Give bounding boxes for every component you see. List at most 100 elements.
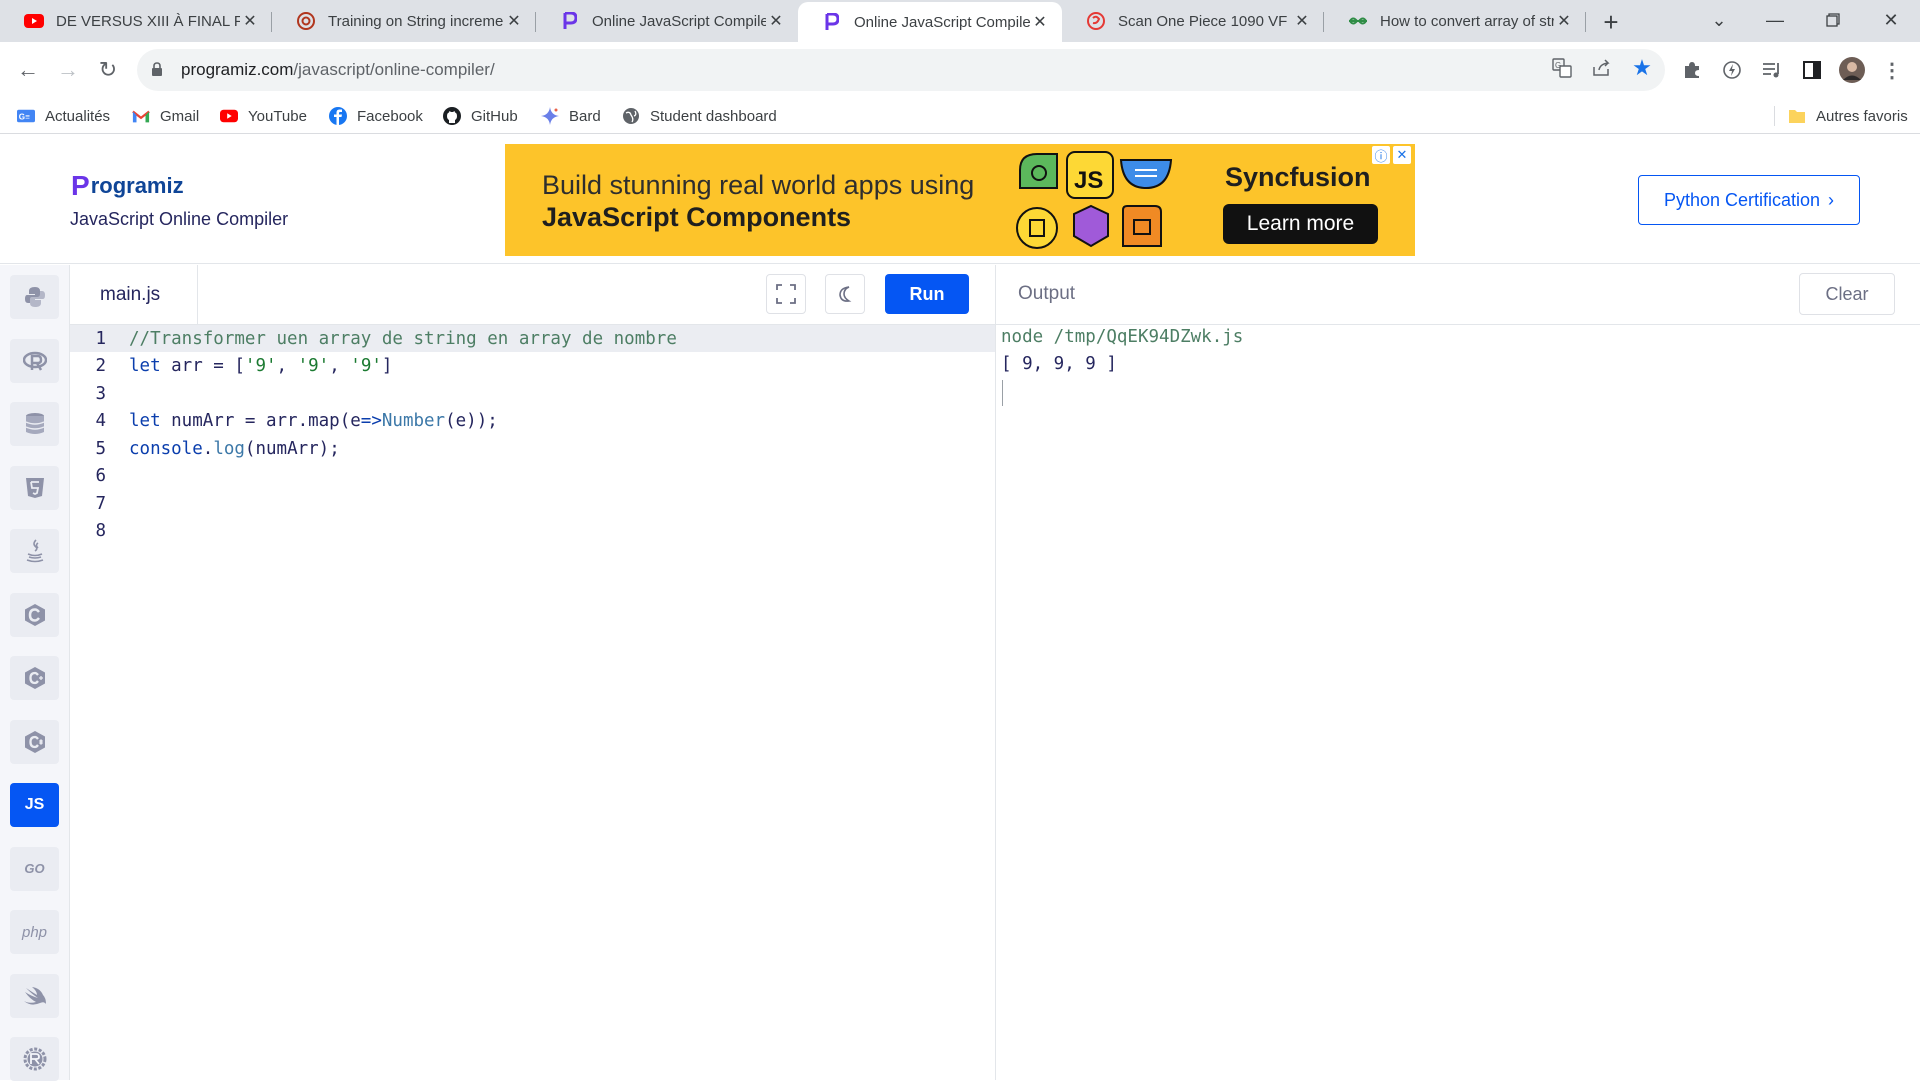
tab-separator: [1585, 12, 1586, 32]
site-header: Programiz JavaScript Online Compiler Bui…: [0, 135, 1920, 264]
bookmark-item[interactable]: G≡ Actualités: [17, 104, 110, 128]
close-tab-icon[interactable]: ✕: [240, 11, 260, 31]
bookmark-label: Bard: [569, 107, 601, 125]
close-tab-icon[interactable]: ✕: [766, 11, 786, 31]
codewars-icon: [296, 11, 316, 31]
html-lang-icon[interactable]: [10, 465, 59, 510]
sql-lang-icon[interactable]: [10, 402, 59, 446]
browser-tab-active[interactable]: Online JavaScript Compiler ✕: [798, 2, 1062, 42]
code-line[interactable]: 4 let numArr = arr.map(e=>Number(e));: [70, 408, 995, 435]
code-line[interactable]: 2 let arr = ['9', '9', '9']: [70, 353, 995, 380]
bookmark-item[interactable]: Student dashboard: [622, 104, 777, 128]
code-line[interactable]: 1 //Transformer uen array de string en ar…: [70, 325, 995, 352]
restore-button[interactable]: [1806, 0, 1860, 40]
other-bookmarks[interactable]: Autres favoris: [1788, 104, 1908, 128]
minimize-button[interactable]: —: [1748, 0, 1802, 40]
javascript-lang-icon[interactable]: JS: [10, 783, 59, 827]
address-bar[interactable]: programiz.com/javascript/online-compiler…: [137, 49, 1665, 91]
clear-button[interactable]: Clear: [1799, 273, 1895, 315]
line-number: 7: [95, 493, 106, 514]
java-lang-icon[interactable]: [10, 529, 59, 573]
tab-title: How to convert array of str: [1380, 12, 1554, 30]
bookmark-item[interactable]: Gmail: [132, 104, 199, 128]
python-lang-icon[interactable]: [10, 275, 59, 319]
fullscreen-icon[interactable]: [766, 274, 806, 314]
output-console[interactable]: node /tmp/QqEK94DZwk.js [ 9, 9, 9 ]: [995, 325, 1920, 1080]
r-lang-icon[interactable]: [10, 338, 59, 383]
extensions-icon[interactable]: [1676, 54, 1708, 86]
bookmark-item[interactable]: GitHub: [443, 104, 518, 128]
php-lang-icon[interactable]: php: [10, 910, 59, 954]
ad-component-icons: JS: [1016, 151, 1173, 249]
file-tab-main-js[interactable]: main.js: [70, 265, 198, 325]
media-queue-icon[interactable]: [1756, 54, 1788, 86]
c-lang-icon[interactable]: [10, 592, 59, 637]
close-tab-icon[interactable]: ✕: [504, 11, 524, 31]
close-tab-icon[interactable]: ✕: [1554, 11, 1574, 31]
ad-learn-more-button[interactable]: Learn more: [1223, 204, 1378, 244]
url-text[interactable]: programiz.com/javascript/online-compiler…: [181, 60, 495, 80]
browser-tab[interactable]: How to convert array of str ✕: [1324, 0, 1586, 42]
new-tab-button[interactable]: +: [1597, 7, 1625, 37]
browser-tab[interactable]: Training on String incremen ✕: [272, 0, 536, 42]
profile-avatar[interactable]: [1836, 54, 1868, 86]
close-tab-icon[interactable]: ✕: [1030, 12, 1050, 32]
translate-icon[interactable]: G: [1548, 54, 1576, 82]
bookmark-item[interactable]: YouTube: [220, 104, 307, 128]
share-icon[interactable]: [1588, 54, 1616, 82]
code-line[interactable]: 6: [70, 463, 995, 490]
rust-lang-icon[interactable]: [10, 1037, 59, 1081]
ad-info-icon[interactable]: ⓘ: [1372, 146, 1390, 164]
go-lang-icon[interactable]: GO: [10, 846, 59, 891]
gmail-icon: [132, 107, 150, 125]
other-bookmarks-label: Autres favoris: [1816, 107, 1908, 125]
browser-tab[interactable]: Scan One Piece 1090 VF | s ✕: [1062, 0, 1324, 42]
tab-search-chevron-icon[interactable]: ⌄: [1692, 0, 1746, 40]
ad-js-badge: JS: [1074, 167, 1103, 194]
code-line[interactable]: 5 console.log(numArr);: [70, 435, 995, 462]
ad-close-icon[interactable]: ✕: [1393, 146, 1411, 164]
code-text[interactable]: console.log(numArr);: [129, 439, 340, 459]
language-label: JS: [24, 796, 45, 813]
close-tab-icon[interactable]: ✕: [1292, 11, 1312, 31]
code-text[interactable]: let numArr = arr.map(e=>Number(e));: [129, 411, 498, 431]
bookmark-label: Gmail: [160, 107, 200, 125]
bookmark-item[interactable]: Facebook: [329, 104, 423, 128]
browser-tab[interactable]: DE VERSUS XIII À FINAL FA ✕: [0, 0, 272, 42]
youtube-icon: [24, 11, 44, 31]
menu-kebab-icon[interactable]: ⋮: [1876, 54, 1908, 86]
bookmark-label: YouTube: [248, 107, 307, 125]
reload-button[interactable]: ↻: [92, 54, 124, 86]
syncfusion-ad-banner[interactable]: Build stunning real world apps using Jav…: [505, 144, 1415, 256]
python-certification-button[interactable]: Python Certification ›: [1638, 175, 1860, 225]
code-line[interactable]: 7: [70, 490, 995, 517]
line-number: 1: [95, 328, 106, 349]
dark-mode-moon-icon[interactable]: [825, 274, 865, 314]
browser-tab[interactable]: Online JavaScript Compiler ✕: [536, 0, 798, 42]
browser-tab-strip: DE VERSUS XIII À FINAL FA ✕ Training on …: [0, 0, 1920, 42]
forward-button[interactable]: →: [52, 54, 84, 86]
csharp-lang-icon[interactable]: [10, 719, 59, 764]
sync-icon[interactable]: [1716, 54, 1748, 86]
code-text[interactable]: //Transformer uen array de string en arr…: [129, 329, 677, 349]
code-text[interactable]: let arr = ['9', '9', '9']: [129, 356, 392, 376]
programiz-logo[interactable]: Programiz: [71, 170, 184, 202]
close-window-button[interactable]: ✕: [1864, 0, 1918, 40]
swift-lang-icon[interactable]: [10, 973, 59, 1018]
run-button[interactable]: Run: [885, 274, 969, 314]
back-button[interactable]: ←: [12, 54, 44, 86]
line-number: 5: [95, 438, 106, 459]
logo-text: rogramiz: [90, 173, 184, 198]
google-news-icon: G≡: [17, 107, 35, 125]
bookmark-item[interactable]: Bard: [541, 104, 601, 128]
tab-title: Training on String incremen: [328, 12, 504, 30]
cpp-lang-icon[interactable]: [10, 656, 59, 700]
programiz-icon: [560, 11, 580, 31]
bookmark-star-icon[interactable]: ★: [1628, 54, 1656, 82]
code-editor[interactable]: 1 //Transformer uen array de string en ar…: [70, 325, 995, 1080]
line-number: 6: [95, 466, 106, 486]
code-line[interactable]: 3: [70, 380, 995, 407]
lock-icon[interactable]: [151, 62, 167, 78]
code-line[interactable]: 8: [70, 518, 995, 545]
side-panel-icon[interactable]: [1796, 54, 1828, 86]
